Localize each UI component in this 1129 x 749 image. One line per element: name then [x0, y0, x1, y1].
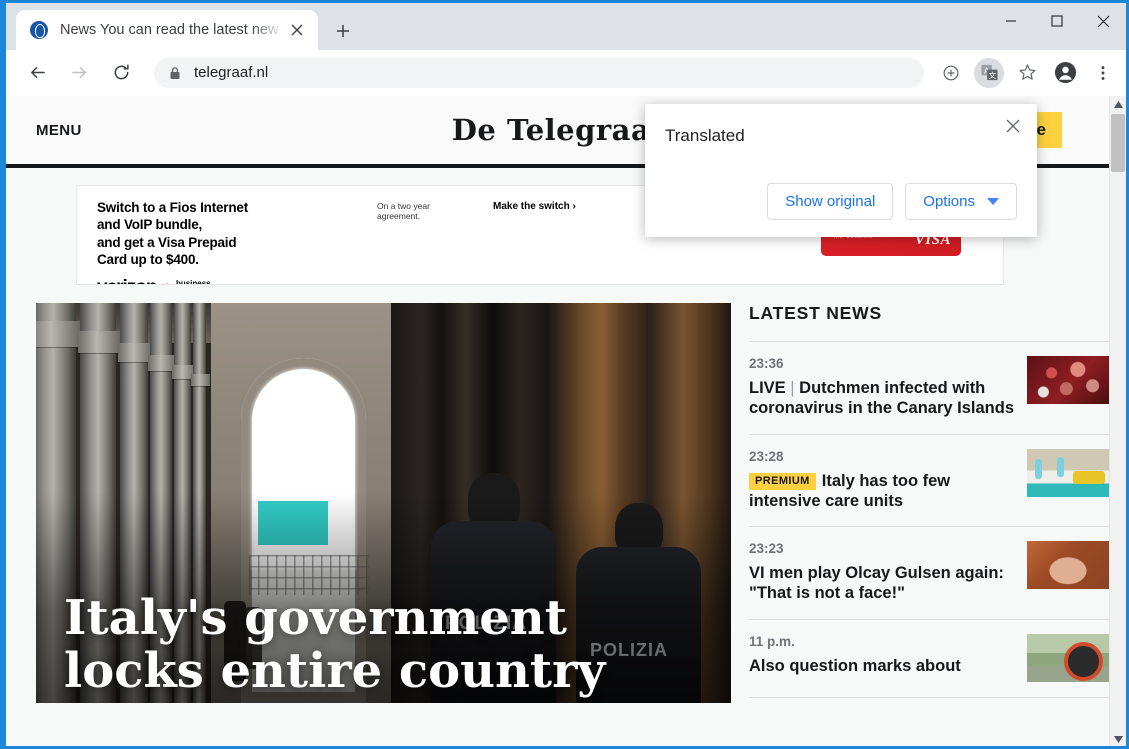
translate-bubble-title: Translated	[665, 126, 745, 146]
telegraaf-favicon-icon	[30, 21, 48, 39]
chrome-menu-icon[interactable]	[1088, 58, 1118, 88]
news-item-headline: PREMIUMItaly has too few intensive care …	[749, 471, 1015, 512]
window-close-button[interactable]	[1080, 3, 1126, 39]
news-item-separator: |	[790, 379, 794, 397]
translate-bubble: Translated Show original Options	[645, 104, 1037, 237]
reload-button[interactable]	[106, 58, 136, 88]
browser-window: News You can read the latest new	[0, 0, 1129, 749]
browser-tab[interactable]: News You can read the latest new	[16, 10, 318, 50]
ad-left-column: Switch to a Fios Internet and VoIP bundl…	[77, 186, 377, 284]
photo-column-capital	[191, 374, 210, 386]
news-item-time: 23:28	[749, 449, 1015, 464]
news-item-thumbnail	[1027, 449, 1109, 497]
news-item-title: VI men play Olcay Gulsen again: "That is…	[749, 564, 1004, 602]
photo-column-capital	[78, 331, 120, 353]
window-controls	[988, 3, 1126, 39]
ad-fine-print: On a two year agreement.	[377, 201, 493, 221]
list-item[interactable]: 23:28 PREMIUMItaly has too few intensive…	[749, 435, 1109, 528]
list-item[interactable]: 23:23 VI men play Olcay Gulsen again: "T…	[749, 527, 1109, 620]
news-item-time: 11 p.m.	[749, 634, 1015, 649]
news-item-headline: VI men play Olcay Gulsen again: "That is…	[749, 563, 1015, 604]
ad-cta-link[interactable]: Make the switch ›	[493, 186, 633, 284]
news-item-headline: LIVE | Dutchmen infected with coronaviru…	[749, 378, 1015, 419]
page-scrollbar[interactable]	[1109, 96, 1126, 746]
scrollbar-thumb[interactable]	[1111, 114, 1125, 172]
tab-strip: News You can read the latest new	[6, 3, 1126, 50]
premium-badge: PREMIUM	[749, 473, 816, 491]
hero-article[interactable]: POLIZIA POLIZIA Italy's government locks…	[36, 303, 731, 703]
latest-news-title: LATEST NEWS	[749, 303, 1109, 342]
secure-lock-icon	[168, 66, 182, 80]
news-item-title: Also question marks about	[749, 657, 961, 675]
translate-icon[interactable]: A 文	[974, 58, 1004, 88]
chevron-down-icon	[987, 198, 999, 205]
photo-column-capital	[118, 343, 152, 362]
ad-brand-check-icon: ✓	[158, 279, 171, 285]
news-item-time: 23:36	[749, 356, 1015, 371]
profile-avatar-icon[interactable]	[1050, 58, 1080, 88]
list-item[interactable]: 23:36 LIVE | Dutchmen infected with coro…	[749, 342, 1109, 435]
window-inner: News You can read the latest new	[6, 3, 1126, 746]
show-original-button[interactable]: Show original	[767, 183, 893, 220]
ad-fineprint-column: On a two year agreement.	[377, 186, 493, 284]
news-item-thumbnail	[1027, 541, 1109, 589]
ad-brand-lockup: verizon ✓ business ready	[97, 277, 377, 285]
address-bar[interactable]: telegraaf.nl	[154, 58, 924, 88]
svg-text:文: 文	[988, 70, 996, 80]
news-item-text: 23:23 VI men play Olcay Gulsen again: "T…	[749, 541, 1015, 604]
news-item-text: 23:28 PREMIUMItaly has too few intensive…	[749, 449, 1015, 512]
content-grid: POLIZIA POLIZIA Italy's government locks…	[36, 303, 1109, 703]
latest-news-sidebar: LATEST NEWS 23:36 LIVE | Dutchmen infect…	[731, 303, 1109, 703]
translate-bubble-actions: Show original Options	[767, 183, 1017, 220]
address-bar-url: telegraaf.nl	[194, 64, 268, 81]
news-item-text: 23:36 LIVE | Dutchmen infected with coro…	[749, 356, 1015, 419]
news-item-title: Dutchmen infected with coronavirus in th…	[749, 379, 1014, 417]
news-item-time: 23:23	[749, 541, 1015, 556]
window-maximize-button[interactable]	[1034, 3, 1080, 39]
window-minimize-button[interactable]	[988, 3, 1034, 39]
news-item-prefix: LIVE	[749, 379, 786, 397]
tab-close-icon[interactable]	[284, 17, 310, 43]
photo-column-capital	[36, 321, 80, 347]
ad-brand-name: verizon	[97, 277, 157, 285]
tab-title: News You can read the latest new	[60, 22, 284, 38]
translate-bubble-close-icon[interactable]	[999, 112, 1027, 140]
news-item-thumbnail	[1027, 634, 1109, 682]
add-to-collection-icon[interactable]	[936, 58, 966, 88]
list-item[interactable]: 11 p.m. Also question marks about	[749, 620, 1109, 698]
news-item-headline: Also question marks about	[749, 656, 1015, 676]
new-tab-button[interactable]	[330, 18, 356, 44]
translate-options-label: Options	[923, 193, 975, 210]
ad-headline: Switch to a Fios Internet and VoIP bundl…	[97, 199, 377, 268]
show-original-label: Show original	[785, 193, 875, 210]
news-item-thumbnail	[1027, 356, 1109, 404]
scrollbar-up-arrow[interactable]	[1110, 96, 1126, 113]
bookmark-star-icon[interactable]	[1012, 58, 1042, 88]
browser-toolbar: telegraaf.nl A 文	[6, 50, 1126, 96]
forward-button[interactable]	[64, 58, 94, 88]
ad-brand-tagline: business ready	[176, 280, 211, 285]
translate-options-button[interactable]: Options	[905, 183, 1017, 220]
hero-headline: Italy's government locks entire country	[64, 592, 691, 700]
scrollbar-down-arrow[interactable]	[1110, 731, 1126, 746]
back-button[interactable]	[22, 58, 52, 88]
news-item-text: 11 p.m. Also question marks about	[749, 634, 1015, 682]
